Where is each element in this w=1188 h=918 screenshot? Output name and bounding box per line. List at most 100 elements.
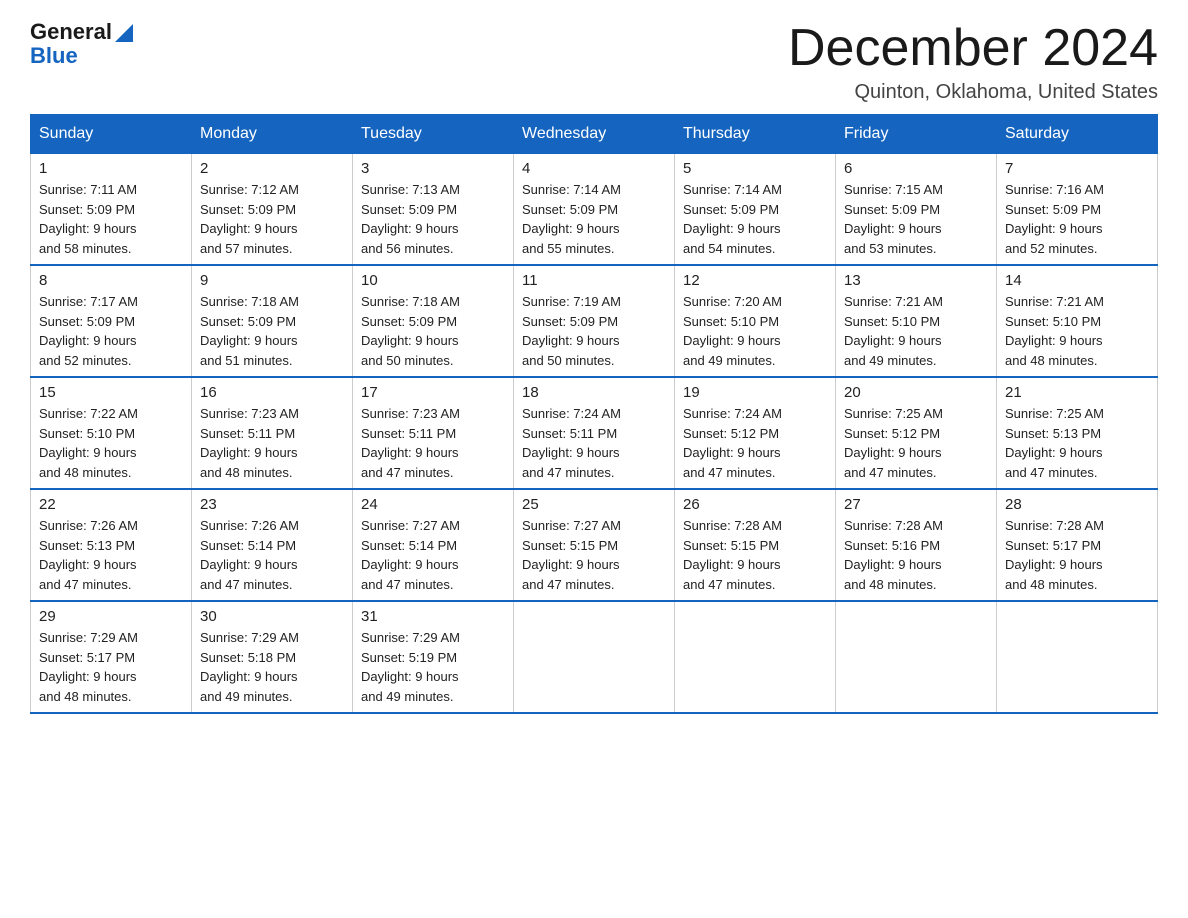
day-info: Sunrise: 7:23 AM Sunset: 5:11 PM Dayligh…: [361, 404, 505, 482]
weekday-header-row: Sunday Monday Tuesday Wednesday Thursday…: [31, 115, 1158, 154]
table-row: 23 Sunrise: 7:26 AM Sunset: 5:14 PM Dayl…: [192, 489, 353, 601]
day-info: Sunrise: 7:24 AM Sunset: 5:12 PM Dayligh…: [683, 404, 827, 482]
day-info: Sunrise: 7:26 AM Sunset: 5:13 PM Dayligh…: [39, 516, 183, 594]
table-row: 2 Sunrise: 7:12 AM Sunset: 5:09 PM Dayli…: [192, 154, 353, 266]
day-info: Sunrise: 7:13 AM Sunset: 5:09 PM Dayligh…: [361, 180, 505, 258]
calendar-week-row: 15 Sunrise: 7:22 AM Sunset: 5:10 PM Dayl…: [31, 377, 1158, 489]
table-row: 14 Sunrise: 7:21 AM Sunset: 5:10 PM Dayl…: [997, 265, 1158, 377]
day-info: Sunrise: 7:26 AM Sunset: 5:14 PM Dayligh…: [200, 516, 344, 594]
day-number: 6: [844, 160, 988, 177]
table-row: 12 Sunrise: 7:20 AM Sunset: 5:10 PM Dayl…: [675, 265, 836, 377]
table-row: 25 Sunrise: 7:27 AM Sunset: 5:15 PM Dayl…: [514, 489, 675, 601]
header-sunday: Sunday: [31, 115, 192, 154]
day-info: Sunrise: 7:16 AM Sunset: 5:09 PM Dayligh…: [1005, 180, 1149, 258]
day-info: Sunrise: 7:24 AM Sunset: 5:11 PM Dayligh…: [522, 404, 666, 482]
day-number: 20: [844, 384, 988, 401]
table-row: 20 Sunrise: 7:25 AM Sunset: 5:12 PM Dayl…: [836, 377, 997, 489]
day-number: 8: [39, 272, 183, 289]
day-number: 5: [683, 160, 827, 177]
table-row: 30 Sunrise: 7:29 AM Sunset: 5:18 PM Dayl…: [192, 601, 353, 713]
page-header: General Blue December 2024 Quinton, Okla…: [30, 20, 1158, 104]
table-row: 17 Sunrise: 7:23 AM Sunset: 5:11 PM Dayl…: [353, 377, 514, 489]
day-info: Sunrise: 7:28 AM Sunset: 5:16 PM Dayligh…: [844, 516, 988, 594]
header-tuesday: Tuesday: [353, 115, 514, 154]
day-info: Sunrise: 7:22 AM Sunset: 5:10 PM Dayligh…: [39, 404, 183, 482]
day-info: Sunrise: 7:18 AM Sunset: 5:09 PM Dayligh…: [200, 292, 344, 370]
header-wednesday: Wednesday: [514, 115, 675, 154]
day-number: 18: [522, 384, 666, 401]
day-number: 30: [200, 608, 344, 625]
day-number: 16: [200, 384, 344, 401]
day-info: Sunrise: 7:29 AM Sunset: 5:18 PM Dayligh…: [200, 628, 344, 706]
table-row: 13 Sunrise: 7:21 AM Sunset: 5:10 PM Dayl…: [836, 265, 997, 377]
day-number: 19: [683, 384, 827, 401]
day-number: 28: [1005, 496, 1149, 513]
table-row: 26 Sunrise: 7:28 AM Sunset: 5:15 PM Dayl…: [675, 489, 836, 601]
day-number: 12: [683, 272, 827, 289]
table-row: 21 Sunrise: 7:25 AM Sunset: 5:13 PM Dayl…: [997, 377, 1158, 489]
day-number: 26: [683, 496, 827, 513]
table-row: 9 Sunrise: 7:18 AM Sunset: 5:09 PM Dayli…: [192, 265, 353, 377]
day-number: 14: [1005, 272, 1149, 289]
day-number: 23: [200, 496, 344, 513]
day-info: Sunrise: 7:19 AM Sunset: 5:09 PM Dayligh…: [522, 292, 666, 370]
day-number: 29: [39, 608, 183, 625]
day-number: 15: [39, 384, 183, 401]
logo-blue-text: Blue: [30, 44, 78, 68]
table-row: 8 Sunrise: 7:17 AM Sunset: 5:09 PM Dayli…: [31, 265, 192, 377]
day-info: Sunrise: 7:27 AM Sunset: 5:15 PM Dayligh…: [522, 516, 666, 594]
calendar-week-row: 22 Sunrise: 7:26 AM Sunset: 5:13 PM Dayl…: [31, 489, 1158, 601]
calendar-week-row: 29 Sunrise: 7:29 AM Sunset: 5:17 PM Dayl…: [31, 601, 1158, 713]
month-title: December 2024: [788, 20, 1158, 77]
table-row: 19 Sunrise: 7:24 AM Sunset: 5:12 PM Dayl…: [675, 377, 836, 489]
table-row: 5 Sunrise: 7:14 AM Sunset: 5:09 PM Dayli…: [675, 154, 836, 266]
day-number: 22: [39, 496, 183, 513]
table-row: 28 Sunrise: 7:28 AM Sunset: 5:17 PM Dayl…: [997, 489, 1158, 601]
table-row: [675, 601, 836, 713]
table-row: 31 Sunrise: 7:29 AM Sunset: 5:19 PM Dayl…: [353, 601, 514, 713]
calendar-week-row: 1 Sunrise: 7:11 AM Sunset: 5:09 PM Dayli…: [31, 154, 1158, 266]
table-row: 1 Sunrise: 7:11 AM Sunset: 5:09 PM Dayli…: [31, 154, 192, 266]
day-number: 4: [522, 160, 666, 177]
day-number: 17: [361, 384, 505, 401]
calendar-table: Sunday Monday Tuesday Wednesday Thursday…: [30, 114, 1158, 714]
table-row: 3 Sunrise: 7:13 AM Sunset: 5:09 PM Dayli…: [353, 154, 514, 266]
table-row: [514, 601, 675, 713]
table-row: 16 Sunrise: 7:23 AM Sunset: 5:11 PM Dayl…: [192, 377, 353, 489]
day-number: 25: [522, 496, 666, 513]
day-number: 31: [361, 608, 505, 625]
table-row: 11 Sunrise: 7:19 AM Sunset: 5:09 PM Dayl…: [514, 265, 675, 377]
day-info: Sunrise: 7:25 AM Sunset: 5:12 PM Dayligh…: [844, 404, 988, 482]
location-subtitle: Quinton, Oklahoma, United States: [788, 81, 1158, 104]
day-info: Sunrise: 7:28 AM Sunset: 5:15 PM Dayligh…: [683, 516, 827, 594]
day-number: 3: [361, 160, 505, 177]
table-row: 18 Sunrise: 7:24 AM Sunset: 5:11 PM Dayl…: [514, 377, 675, 489]
day-info: Sunrise: 7:12 AM Sunset: 5:09 PM Dayligh…: [200, 180, 344, 258]
calendar-week-row: 8 Sunrise: 7:17 AM Sunset: 5:09 PM Dayli…: [31, 265, 1158, 377]
table-row: 4 Sunrise: 7:14 AM Sunset: 5:09 PM Dayli…: [514, 154, 675, 266]
day-info: Sunrise: 7:15 AM Sunset: 5:09 PM Dayligh…: [844, 180, 988, 258]
day-info: Sunrise: 7:29 AM Sunset: 5:19 PM Dayligh…: [361, 628, 505, 706]
day-info: Sunrise: 7:14 AM Sunset: 5:09 PM Dayligh…: [522, 180, 666, 258]
day-info: Sunrise: 7:28 AM Sunset: 5:17 PM Dayligh…: [1005, 516, 1149, 594]
day-info: Sunrise: 7:18 AM Sunset: 5:09 PM Dayligh…: [361, 292, 505, 370]
day-number: 27: [844, 496, 988, 513]
day-number: 24: [361, 496, 505, 513]
day-info: Sunrise: 7:23 AM Sunset: 5:11 PM Dayligh…: [200, 404, 344, 482]
day-info: Sunrise: 7:29 AM Sunset: 5:17 PM Dayligh…: [39, 628, 183, 706]
day-info: Sunrise: 7:25 AM Sunset: 5:13 PM Dayligh…: [1005, 404, 1149, 482]
table-row: 22 Sunrise: 7:26 AM Sunset: 5:13 PM Dayl…: [31, 489, 192, 601]
day-info: Sunrise: 7:20 AM Sunset: 5:10 PM Dayligh…: [683, 292, 827, 370]
table-row: 27 Sunrise: 7:28 AM Sunset: 5:16 PM Dayl…: [836, 489, 997, 601]
logo: General Blue: [30, 20, 133, 68]
day-number: 10: [361, 272, 505, 289]
day-number: 13: [844, 272, 988, 289]
day-number: 1: [39, 160, 183, 177]
day-info: Sunrise: 7:17 AM Sunset: 5:09 PM Dayligh…: [39, 292, 183, 370]
table-row: [836, 601, 997, 713]
day-info: Sunrise: 7:21 AM Sunset: 5:10 PM Dayligh…: [1005, 292, 1149, 370]
table-row: 6 Sunrise: 7:15 AM Sunset: 5:09 PM Dayli…: [836, 154, 997, 266]
table-row: 29 Sunrise: 7:29 AM Sunset: 5:17 PM Dayl…: [31, 601, 192, 713]
header-thursday: Thursday: [675, 115, 836, 154]
day-info: Sunrise: 7:27 AM Sunset: 5:14 PM Dayligh…: [361, 516, 505, 594]
